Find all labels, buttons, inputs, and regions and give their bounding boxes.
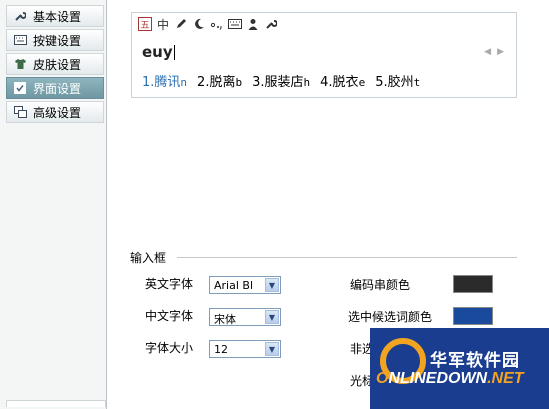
candidate-item[interactable]: 4.脱衣e [320, 71, 365, 90]
font-size-value: 12 [214, 343, 228, 356]
keyboard-icon[interactable] [228, 17, 242, 31]
watermark-cn: 华军软件园 [430, 351, 520, 371]
sidebar-list: 基本设置 按键设置 皮肤设置 界面设置 高级设置 [6, 5, 104, 125]
sidebar-item-label: 高级设置 [33, 105, 82, 120]
windows-stack-icon [13, 105, 27, 119]
page-next-icon[interactable]: ▶ [497, 47, 504, 57]
chevron-down-icon[interactable]: ▼ [265, 278, 279, 292]
sidebar-item-advanced[interactable]: 高级设置 [6, 101, 104, 123]
wrench-icon [13, 9, 27, 23]
candidate-item[interactable]: 3.服装店h [252, 71, 310, 90]
sidebar-item-skin[interactable]: 皮肤设置 [6, 53, 104, 75]
sidebar: 基本设置 按键设置 皮肤设置 界面设置 高级设置 [0, 0, 107, 409]
code-color-swatch[interactable] [453, 275, 493, 293]
ime-preview: 五 中 euy ◀ ▶ 1.腾讯n 2.脱离b 3.服装店h 4.脱衣e 5.胶… [131, 12, 517, 98]
selected-color-label: 选中候选词颜色 [348, 310, 433, 324]
page-arrows: ◀ ▶ [484, 47, 504, 57]
candidate-item[interactable]: 1.腾讯n [142, 71, 187, 90]
candidate-item[interactable]: 2.脱离b [197, 71, 242, 90]
sidebar-item-label: 界面设置 [33, 81, 82, 96]
selected-color-swatch[interactable] [453, 307, 493, 325]
sidebar-item-label: 基本设置 [33, 9, 82, 24]
sidebar-item-label: 按键设置 [33, 33, 82, 48]
chinese-font-select[interactable]: 宋体 ▼ [209, 308, 281, 326]
sidebar-item-basic[interactable]: 基本设置 [6, 5, 104, 27]
candidate-item[interactable]: 5.胶州t [375, 71, 420, 90]
chinese-mode-icon[interactable]: 中 [156, 17, 170, 32]
section-title-input-box: 输入框 [130, 251, 167, 265]
english-font-select[interactable]: Arial Bl ▼ [209, 276, 281, 294]
wrench-icon[interactable] [264, 17, 278, 31]
candidate-list: 1.腾讯n 2.脱离b 3.服装店h 4.脱衣e 5.胶州t [142, 71, 430, 90]
sidebar-item-keys[interactable]: 按键设置 [6, 29, 104, 51]
pen-icon[interactable] [174, 17, 188, 31]
font-size-select[interactable]: 12 ▼ [209, 340, 281, 358]
page-prev-icon[interactable]: ◀ [484, 47, 491, 57]
keyboard-icon [13, 33, 27, 47]
chinese-font-value: 宋体 [214, 313, 236, 326]
ime-toolbar: 五 中 [138, 17, 278, 32]
composition-string: euy [142, 43, 175, 61]
section-divider [177, 257, 517, 258]
chevron-down-icon[interactable]: ▼ [265, 342, 279, 356]
watermark-en: ONLINEDOWN.NET [376, 370, 524, 387]
chinese-font-label: 中文字体 [145, 309, 194, 323]
shirt-icon [13, 57, 27, 71]
sidebar-item-interface[interactable]: 界面设置 [6, 77, 104, 99]
moon-icon[interactable] [192, 17, 206, 31]
chevron-down-icon[interactable]: ▼ [265, 310, 279, 324]
onlinedown-watermark: 华军软件园 ONLINEDOWN.NET [370, 328, 549, 409]
text-caret [173, 45, 175, 60]
code-color-label: 编码串颜色 [350, 278, 411, 292]
user-icon[interactable] [246, 17, 260, 31]
english-font-label: 英文字体 [145, 277, 194, 291]
sidebar-bottom-tab [6, 400, 106, 407]
wubi-logo-icon[interactable]: 五 [138, 17, 152, 31]
sidebar-item-label: 皮肤设置 [33, 57, 82, 72]
font-size-label: 字体大小 [145, 341, 194, 355]
english-font-value: Arial Bl [214, 279, 253, 292]
punctuation-icon[interactable] [210, 17, 224, 31]
window-check-icon [13, 81, 27, 95]
